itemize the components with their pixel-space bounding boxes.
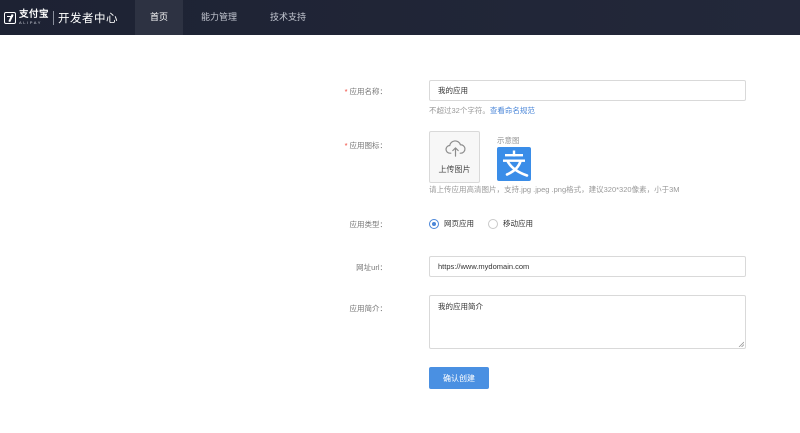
nav-item-home[interactable]: 首页	[135, 0, 184, 35]
app-intro-label: 应用简介：	[349, 304, 388, 313]
radio-web-app[interactable]: 网页应用	[429, 218, 474, 229]
upload-image-label: 上传图片	[438, 165, 471, 174]
app-icon-help: 请上传应用高清图片，支持.jpg .jpeg .png格式，建议320*320像…	[429, 185, 680, 194]
app-name-label-text: 应用名称：	[349, 87, 388, 96]
url-label: 网址url：	[356, 263, 387, 272]
app-icon-label-text: 应用图标：	[349, 141, 388, 150]
resize-grip-icon[interactable]	[738, 341, 744, 347]
app-type-label: 应用类型：	[349, 220, 388, 229]
logo-divider	[53, 10, 55, 25]
alipay-logo-icon	[4, 11, 16, 24]
required-mark: *	[344, 141, 348, 150]
nav-item-tech-support[interactable]: 技术支持	[255, 0, 321, 35]
app-intro-textarea[interactable]: 我的应用简介	[429, 295, 746, 349]
top-navigation-bar: 支付宝 ALIPAY 开发者中心 首页 能力管理 技术支持	[0, 0, 800, 35]
logo-chinese-text: 支付宝	[19, 9, 50, 20]
alipay-logo-icon	[497, 147, 531, 181]
app-name-input[interactable]	[429, 80, 746, 101]
url-input[interactable]	[429, 256, 746, 277]
radio-checked-icon	[429, 218, 439, 229]
app-name-help-text: 不超过32个字符。	[429, 106, 490, 115]
app-type-radio-group: 网页应用 移动应用	[429, 218, 547, 229]
nav-item-capability-management[interactable]: 能力管理	[186, 0, 252, 35]
naming-rules-link[interactable]: 查看命名规范	[490, 106, 535, 115]
required-mark: *	[344, 87, 348, 96]
logo-english-text: ALIPAY	[19, 20, 43, 25]
radio-web-app-label: 网页应用	[444, 219, 474, 228]
upload-image-button[interactable]: 上传图片	[429, 131, 480, 183]
app-icon-label: * 应用图标：	[333, 140, 387, 151]
radio-mobile-app-label: 移动应用	[503, 219, 533, 228]
alipay-logo[interactable]: 支付宝 ALIPAY 开发者中心	[4, 9, 118, 26]
radio-unchecked-icon	[488, 218, 498, 229]
site-title: 开发者中心	[58, 12, 119, 25]
logo-text: 支付宝 ALIPAY	[19, 9, 50, 26]
sample-image-label: 示意图	[497, 136, 520, 145]
main-nav: 首页 能力管理 技术支持	[135, 0, 324, 35]
app-name-label: * 应用名称：	[333, 86, 387, 97]
cloud-upload-icon	[445, 140, 466, 157]
app-name-help: 不超过32个字符。查看命名规范	[429, 105, 535, 116]
radio-mobile-app[interactable]: 移动应用	[488, 218, 533, 229]
alipay-sample-glyph	[503, 150, 529, 177]
confirm-create-button[interactable]: 确认创建	[429, 367, 489, 389]
